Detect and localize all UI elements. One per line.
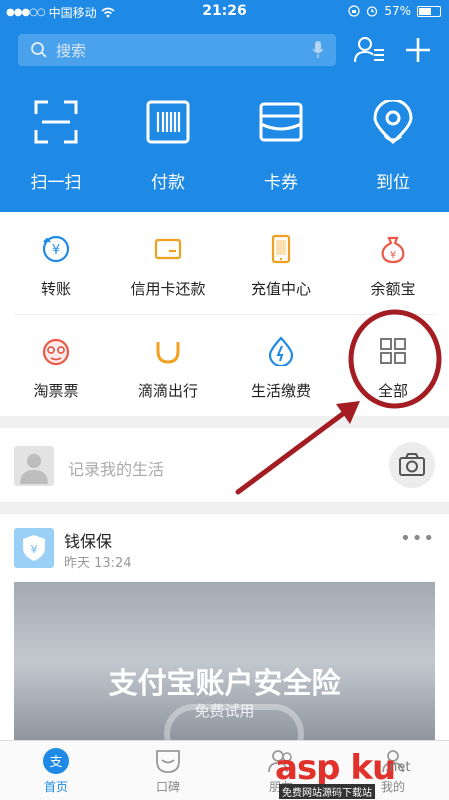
alarm-icon	[367, 6, 378, 17]
watermark: asp ku .net 免费网站源码下载站	[275, 748, 445, 799]
money-bag-icon: ¥	[381, 236, 405, 264]
search-icon	[31, 42, 47, 58]
watermark-brand: asp ku	[275, 748, 396, 788]
service-taopiaopiao[interactable]: 淘票票	[0, 336, 112, 401]
service-credit-card[interactable]: 信用卡还款	[112, 234, 224, 299]
didi-icon	[156, 342, 180, 364]
avatar	[14, 446, 54, 486]
quick-pay-label: 付款	[151, 173, 185, 193]
service-transfer-label: 转账	[40, 280, 71, 298]
battery-percent: 57%	[384, 4, 411, 18]
svg-text:¥: ¥	[390, 250, 396, 261]
more-icon[interactable]: •••	[400, 528, 435, 549]
search-bar[interactable]: 搜索	[18, 34, 336, 66]
service-didi-label: 滴滴出行	[137, 382, 198, 400]
card-title: 钱保保	[64, 532, 113, 551]
quick-pay[interactable]: 付款	[112, 100, 224, 193]
barcode-icon	[146, 100, 190, 144]
grid-divider	[14, 314, 435, 315]
banner-title: 支付宝账户安全险	[108, 666, 341, 700]
transfer-icon: ¥	[42, 235, 70, 263]
quick-scan[interactable]: 扫一扫	[0, 100, 112, 193]
banner-subtitle: 免费试用	[194, 702, 255, 720]
tab-home[interactable]: 支 首页	[0, 747, 112, 795]
camera-button[interactable]	[389, 442, 435, 488]
record-life-placeholder: 记录我的生活	[68, 460, 165, 479]
shield-icon: ¥	[23, 535, 45, 561]
tab-koubei-label: 口碑	[155, 780, 180, 794]
card-time: 昨天 13:24	[64, 556, 132, 571]
service-didi[interactable]: 滴滴出行	[112, 336, 224, 401]
service-all-label: 全部	[377, 382, 408, 400]
service-all[interactable]: 全部	[337, 336, 449, 401]
service-taopiaopiao-label: 淘票票	[33, 382, 79, 400]
quick-cards[interactable]: 卡券	[225, 100, 337, 193]
camera-icon	[399, 453, 425, 476]
koubei-icon	[156, 750, 180, 773]
quick-location-label: 到位	[376, 173, 410, 193]
watermark-tagline: 免费网站源码下载站	[279, 784, 375, 799]
service-utilities-label: 生活缴费	[250, 382, 311, 400]
quick-cards-label: 卡券	[264, 173, 298, 193]
orientation-lock-icon	[348, 5, 360, 17]
tab-home-label: 首页	[43, 780, 68, 794]
status-bar: ●●●○○ 中国移动 21:26 57%	[0, 0, 449, 24]
location-pin-icon	[373, 98, 413, 145]
home-header: 搜索 扫一扫 付款 卡券 到位	[0, 24, 449, 212]
search-placeholder: 搜索	[56, 42, 87, 60]
battery-icon	[417, 5, 441, 17]
service-utilities[interactable]: 生活缴费	[225, 336, 337, 401]
service-yuebao-label: 余额宝	[370, 280, 416, 298]
user-silhouette-icon	[20, 454, 48, 484]
service-credit-card-label: 信用卡还款	[130, 280, 206, 298]
microphone-icon[interactable]	[312, 40, 324, 60]
service-transfer[interactable]: ¥ 转账	[0, 234, 112, 299]
svg-text:¥: ¥	[52, 243, 60, 258]
card-wallet-icon	[259, 102, 303, 142]
service-yuebao[interactable]: ¥ 余额宝	[337, 234, 449, 299]
service-grid: ¥ 转账 信用卡还款 充值中心 ¥ 余额宝 淘票票 滴滴出行 生活缴费 全部	[0, 212, 449, 416]
contacts-icon[interactable]	[354, 36, 386, 64]
tab-koubei[interactable]: 口碑	[112, 747, 224, 795]
scan-icon	[34, 100, 78, 144]
grid-all-icon	[380, 338, 406, 364]
record-life-row[interactable]: 记录我的生活	[0, 428, 449, 502]
alipay-home-icon: 支	[43, 748, 69, 774]
svg-text:¥: ¥	[31, 543, 38, 556]
water-drop-icon	[268, 336, 294, 368]
taopiaopiao-icon	[42, 338, 70, 366]
feed-card[interactable]: ¥ 钱保保 昨天 13:24 ••• 支付宝账户安全险 免费试用	[0, 514, 449, 740]
add-icon[interactable]	[404, 36, 432, 64]
watermark-domain: .net	[385, 760, 411, 775]
quick-location[interactable]: 到位	[337, 98, 449, 193]
credit-card-icon	[154, 238, 182, 260]
svg-text:支: 支	[49, 755, 62, 770]
service-topup-label: 充值中心	[250, 280, 311, 298]
phone-topup-icon	[271, 234, 291, 264]
quick-scan-label: 扫一扫	[30, 173, 82, 193]
service-topup[interactable]: 充值中心	[225, 234, 337, 299]
insurance-banner[interactable]: 支付宝账户安全险 免费试用	[14, 582, 435, 740]
qianbaobao-icon: ¥	[14, 528, 54, 568]
